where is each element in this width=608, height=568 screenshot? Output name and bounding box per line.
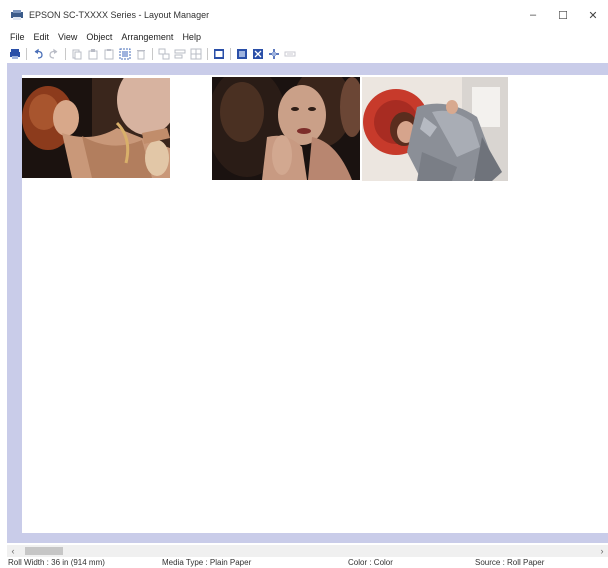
menu-help[interactable]: Help	[182, 32, 201, 42]
copy-icon[interactable]	[87, 48, 99, 60]
undo-icon[interactable]	[32, 48, 44, 60]
toolbar-separator	[65, 47, 66, 60]
status-color: Color : Color	[348, 558, 393, 567]
toolbar-separator	[26, 47, 27, 60]
menu-object[interactable]: Object	[86, 32, 112, 42]
menu-edit[interactable]: Edit	[34, 32, 50, 42]
photo-woman-dark-hair[interactable]	[212, 77, 360, 180]
arrange-icon[interactable]	[158, 48, 170, 60]
scroll-track[interactable]	[19, 545, 596, 557]
photo-woman-curly-hair[interactable]	[22, 78, 170, 178]
close-button[interactable]: ✕	[578, 0, 608, 30]
maximize-button[interactable]: ☐	[548, 0, 578, 30]
menu-view[interactable]: View	[58, 32, 77, 42]
horizontal-scrollbar[interactable]: ‹ ›	[7, 545, 608, 557]
photo-woman-red-hat[interactable]	[362, 77, 508, 181]
select-all-icon[interactable]	[119, 48, 131, 60]
delete-icon[interactable]	[135, 48, 147, 60]
align-icon[interactable]	[174, 48, 186, 60]
menu-bar: File Edit View Object Arrangement Help	[0, 30, 608, 44]
toolbar	[0, 45, 608, 62]
roll-paper-canvas[interactable]	[22, 75, 608, 533]
window-title: EPSON SC-TXXXX Series - Layout Manager	[29, 10, 210, 20]
grid-icon[interactable]	[190, 48, 202, 60]
status-roll-width: Roll Width : 36 in (914 mm)	[8, 558, 105, 567]
toolbar-separator	[230, 47, 231, 60]
status-source: Source : Roll Paper	[475, 558, 545, 567]
fit-view-icon[interactable]	[252, 48, 264, 60]
scroll-left-arrow-icon[interactable]: ‹	[7, 545, 19, 557]
printer-icon[interactable]	[9, 48, 21, 60]
scroll-thumb[interactable]	[25, 547, 63, 555]
title-bar: EPSON SC-TXXXX Series - Layout Manager –…	[0, 0, 608, 30]
redo-icon[interactable]	[48, 48, 60, 60]
layout-view-icon[interactable]	[213, 48, 225, 60]
move-icon[interactable]	[268, 48, 280, 60]
layout-workspace	[7, 63, 608, 543]
toolbar-separator	[207, 47, 208, 60]
status-bar: Roll Width : 36 in (914 mm) Media Type :…	[0, 558, 608, 568]
zoom-icon[interactable]	[284, 48, 296, 60]
menu-arrangement[interactable]: Arrangement	[121, 32, 173, 42]
cut-icon[interactable]	[71, 48, 83, 60]
minimize-button[interactable]: –	[518, 0, 548, 30]
menu-file[interactable]: File	[10, 32, 25, 42]
status-media-type: Media Type : Plain Paper	[162, 558, 252, 567]
page-view-icon[interactable]	[236, 48, 248, 60]
epson-app-icon	[10, 8, 24, 22]
scroll-right-arrow-icon[interactable]: ›	[596, 545, 608, 557]
paste-icon[interactable]	[103, 48, 115, 60]
toolbar-separator	[152, 47, 153, 60]
